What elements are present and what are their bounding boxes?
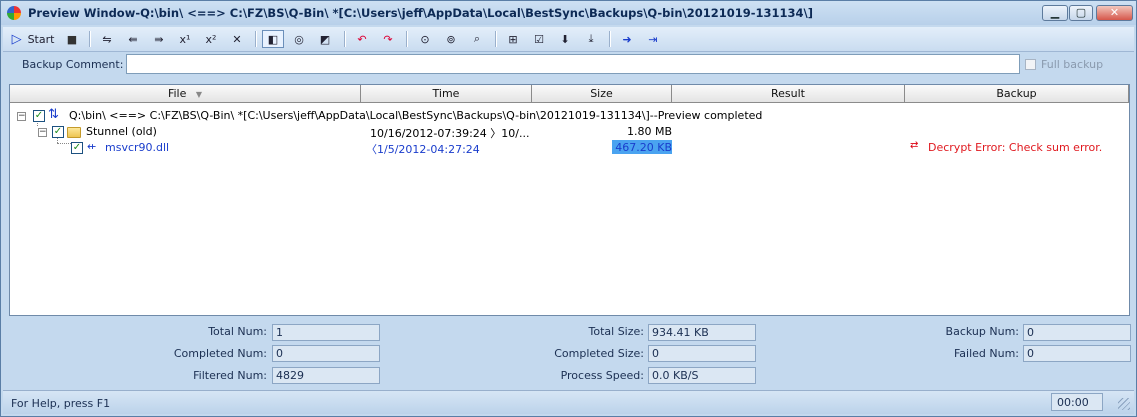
filtered-num-value: 4829 bbox=[272, 367, 380, 384]
full-backup-label: Full backup bbox=[1041, 58, 1104, 71]
app-icon bbox=[7, 6, 21, 20]
play-icon: ▷ bbox=[11, 31, 22, 47]
backup-num-value: 0 bbox=[1023, 324, 1131, 341]
sync-arrows-icon: ⇅ bbox=[48, 107, 59, 122]
checkbox-icon bbox=[1025, 59, 1036, 70]
select-all-icon[interactable]: ☑ bbox=[530, 30, 548, 48]
title-bar[interactable]: Preview Window-Q:\bin\ <==> C:\FZ\BS\Q-B… bbox=[1, 1, 1136, 25]
stop-icon: ■ bbox=[66, 32, 78, 46]
expand-icon[interactable]: ⬇ bbox=[556, 30, 574, 48]
error-icon: ⇄ bbox=[910, 140, 919, 151]
query-2-icon[interactable]: ⊚ bbox=[442, 30, 460, 48]
start-button[interactable]: ▷ Start bbox=[9, 30, 57, 48]
start-label: Start bbox=[27, 32, 55, 46]
cancel-icon[interactable]: ⇥ bbox=[644, 30, 662, 48]
window-title: Preview Window-Q:\bin\ <==> C:\FZ\BS\Q-B… bbox=[28, 6, 813, 20]
backup-comment-input[interactable] bbox=[126, 54, 1020, 74]
preview-window: Preview Window-Q:\bin\ <==> C:\FZ\BS\Q-B… bbox=[0, 0, 1137, 417]
superscript-1-icon[interactable]: x¹ bbox=[176, 30, 194, 48]
column-header-size[interactable]: Size bbox=[532, 85, 672, 103]
process-speed-label: Process Speed: bbox=[560, 369, 644, 382]
close-button[interactable]: ✕ bbox=[1096, 5, 1133, 21]
sync-both-icon[interactable]: ⇋ bbox=[98, 30, 116, 48]
status-bar: For Help, press F1 00:00 bbox=[3, 390, 1134, 414]
checkbox-icon[interactable]: ✓ bbox=[52, 126, 64, 138]
exclude-icon[interactable]: ✕ bbox=[228, 30, 246, 48]
search-icon[interactable]: ⌕ bbox=[468, 30, 486, 48]
tree-icon[interactable]: ⊞ bbox=[504, 30, 522, 48]
file-list[interactable]: File ▼ Time Size Result Backup − ✓ ⇅ Q:\… bbox=[9, 84, 1130, 316]
sort-arrow-icon: ▼ bbox=[195, 90, 203, 99]
apply-icon[interactable]: ➜ bbox=[618, 30, 636, 48]
sync-right-icon[interactable]: ⇛ bbox=[150, 30, 168, 48]
row-size: 467.20 KB bbox=[615, 141, 672, 154]
resize-grip-icon[interactable] bbox=[1118, 398, 1130, 410]
column-header-backup[interactable]: Backup bbox=[905, 85, 1129, 103]
collapse-icon[interactable]: − bbox=[38, 128, 47, 137]
completed-size-value: 0 bbox=[648, 345, 756, 362]
column-header-file[interactable]: File ▼ bbox=[10, 85, 361, 103]
stop-button[interactable]: ■ bbox=[63, 30, 81, 48]
toolbar-separator bbox=[406, 31, 408, 47]
sync-left-icon[interactable]: ⇚ bbox=[124, 30, 142, 48]
row-time: 〈1/5/2012-04:27:24 bbox=[366, 143, 480, 156]
backup-num-label: Backup Num: bbox=[945, 325, 1019, 338]
completed-num-value: 0 bbox=[272, 345, 380, 362]
table-row[interactable]: ✓ ⇷ msvcr90.dll 〈1/5/2012-04:27:24 467.2… bbox=[10, 140, 1129, 156]
failed-num-label: Failed Num: bbox=[953, 347, 1019, 360]
query-1-icon[interactable]: ⊙ bbox=[416, 30, 434, 48]
total-size-label: Total Size: bbox=[588, 325, 644, 338]
row-file: Q:\bin\ <==> C:\FZ\BS\Q-Bin\ *[C:\Users\… bbox=[69, 109, 763, 122]
row-file: Stunnel (old) bbox=[86, 125, 157, 138]
checkbox-icon[interactable]: ✓ bbox=[33, 110, 45, 122]
row-time: 10/16/2012-07:39:24 〉10/... bbox=[370, 127, 530, 140]
column-header-result[interactable]: Result bbox=[672, 85, 905, 103]
backup-comment-label: Backup Comment: bbox=[22, 58, 124, 71]
checkbox-icon[interactable]: ✓ bbox=[71, 142, 83, 154]
maximize-button[interactable]: ▢ bbox=[1069, 5, 1093, 21]
list-header: File ▼ Time Size Result Backup bbox=[10, 85, 1129, 103]
collapse-icon[interactable]: − bbox=[17, 112, 26, 121]
total-num-value: 1 bbox=[272, 324, 380, 341]
full-backup-checkbox[interactable]: Full backup bbox=[1025, 58, 1103, 71]
redo-icon[interactable]: ↶ bbox=[353, 30, 371, 48]
toolbar-separator bbox=[495, 31, 497, 47]
refresh-icon[interactable]: ↷ bbox=[379, 30, 397, 48]
row-backup: Decrypt Error: Check sum error. bbox=[928, 141, 1103, 154]
toolbar-separator bbox=[89, 31, 91, 47]
file-arrow-icon: ⇷ bbox=[87, 140, 97, 153]
filtered-num-label: Filtered Num: bbox=[193, 369, 267, 382]
superscript-2-icon[interactable]: x² bbox=[202, 30, 220, 48]
toolbar: ▷ Start ■ ⇋ ⇚ ⇛ x¹ x² ✕ ◧ ◎ ◩ ↶ ↷ ⊙ ⊚ ⌕ … bbox=[3, 27, 1134, 52]
column-header-time[interactable]: Time bbox=[361, 85, 532, 103]
row-file: msvcr90.dll bbox=[105, 141, 170, 154]
toolbar-separator bbox=[255, 31, 257, 47]
table-row[interactable]: − ✓ Stunnel (old) 10/16/2012-07:39:24 〉1… bbox=[10, 124, 1129, 140]
failed-num-value: 0 bbox=[1023, 345, 1131, 362]
view-diff-icon[interactable]: ◩ bbox=[316, 30, 334, 48]
toolbar-separator bbox=[609, 31, 611, 47]
completed-num-label: Completed Num: bbox=[173, 347, 267, 360]
minimize-button[interactable]: ▁ bbox=[1042, 5, 1068, 21]
collapse-icon[interactable]: ⤓ bbox=[582, 30, 600, 48]
table-row[interactable]: − ✓ ⇅ Q:\bin\ <==> C:\FZ\BS\Q-Bin\ *[C:\… bbox=[10, 107, 1129, 124]
process-speed-value: 0.0 KB/S bbox=[648, 367, 756, 384]
status-help-text: For Help, press F1 bbox=[11, 397, 111, 410]
toolbar-separator bbox=[344, 31, 346, 47]
status-time: 00:00 bbox=[1051, 393, 1103, 411]
total-size-value: 934.41 KB bbox=[648, 324, 756, 341]
completed-size-label: Completed Size: bbox=[554, 347, 644, 360]
folder-icon bbox=[67, 127, 81, 138]
view-changes-icon[interactable]: ◎ bbox=[290, 30, 308, 48]
view-all-icon[interactable]: ◧ bbox=[262, 30, 284, 48]
total-num-label: Total Num: bbox=[208, 325, 267, 338]
row-size: 1.80 MB bbox=[626, 125, 672, 138]
